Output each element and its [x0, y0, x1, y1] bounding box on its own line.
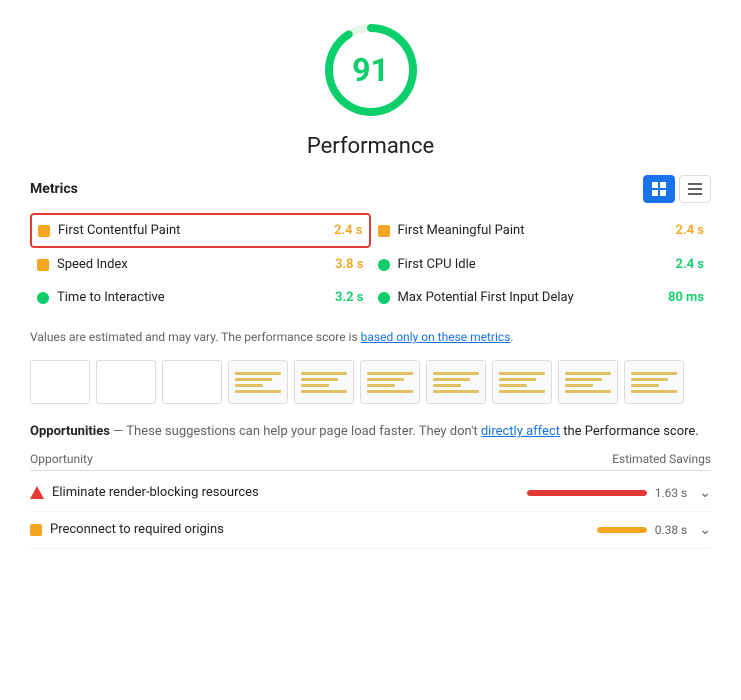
- metric-name-mpfid: Max Potential First Input Delay: [398, 290, 660, 305]
- thumbnail-7: [426, 360, 486, 404]
- thumbnail-10: [624, 360, 684, 404]
- opportunities-section: Opportunities — These suggestions can he…: [30, 422, 711, 549]
- view-toggle: [643, 175, 711, 203]
- thumbnail-3: [162, 360, 222, 404]
- opp-row-render-blocking: Eliminate render-blocking resources 1.63…: [30, 475, 711, 512]
- red-triangle-icon: [30, 486, 44, 499]
- orange-square-icon: [30, 524, 42, 536]
- expand-icon-2[interactable]: ⌄: [699, 522, 711, 538]
- metric-row-tti: Time to Interactive 3.2 s: [30, 281, 371, 314]
- metric-dot-si: [37, 259, 49, 271]
- opp-savings-2: 0.38 s: [655, 523, 688, 537]
- metrics-header: Metrics: [30, 175, 711, 203]
- opp-bar-container-2: 0.38 s ⌄: [597, 522, 711, 538]
- score-value: 91: [352, 51, 389, 89]
- metrics-section: Metrics First Conte: [30, 175, 711, 314]
- thumbnail-5: [294, 360, 354, 404]
- metric-name-fcp: First Contentful Paint: [58, 223, 326, 238]
- thumbnail-4: [228, 360, 288, 404]
- metric-row-mpfid: Max Potential First Input Delay 80 ms: [371, 281, 712, 314]
- metric-value-si: 3.8 s: [335, 257, 363, 272]
- metrics-link[interactable]: based only on these metrics: [361, 330, 511, 344]
- metric-name-fci: First CPU Idle: [398, 257, 668, 272]
- metric-row-fmp: First Meaningful Paint 2.4 s: [371, 213, 712, 248]
- thumbnail-6: [360, 360, 420, 404]
- thumbnail-9: [558, 360, 618, 404]
- col-savings: Estimated Savings: [612, 452, 711, 466]
- metric-name-si: Speed Index: [57, 257, 327, 272]
- metric-dot-mpfid: [378, 292, 390, 304]
- metric-dot-fcp: [38, 225, 50, 237]
- opp-name-render-blocking: Eliminate render-blocking resources: [52, 485, 519, 500]
- opportunities-end: the Performance score.: [560, 424, 699, 439]
- thumbnail-2: [96, 360, 156, 404]
- metric-dot-tti: [37, 292, 49, 304]
- metric-dot-fci: [378, 259, 390, 271]
- metric-value-fcp: 2.4 s: [334, 223, 362, 238]
- opp-bar-container-1: 1.63 s ⌄: [527, 485, 711, 501]
- metrics-title: Metrics: [30, 181, 78, 197]
- directly-affect-link[interactable]: directly affect: [481, 424, 560, 439]
- list-view-button[interactable]: [679, 175, 711, 203]
- metric-value-mpfid: 80 ms: [668, 290, 704, 305]
- opp-bar-orange: [597, 527, 647, 533]
- metric-name-fmp: First Meaningful Paint: [398, 223, 668, 238]
- opp-bar-red: [527, 490, 647, 496]
- performance-label: Performance: [307, 134, 434, 159]
- opportunities-header: Opportunities — These suggestions can he…: [30, 422, 711, 442]
- thumbnail-1: [30, 360, 90, 404]
- opp-name-preconnect: Preconnect to required origins: [50, 522, 589, 537]
- info-text: Values are estimated and may vary. The p…: [30, 328, 711, 346]
- metrics-grid: First Contentful Paint 2.4 s First Meani…: [30, 213, 711, 314]
- opp-row-preconnect: Preconnect to required origins 0.38 s ⌄: [30, 512, 711, 549]
- metric-value-fci: 2.4 s: [676, 257, 704, 272]
- thumbnail-8: [492, 360, 552, 404]
- col-opportunity: Opportunity: [30, 452, 93, 466]
- metric-row-fci: First CPU Idle 2.4 s: [371, 248, 712, 281]
- opportunities-table-header: Opportunity Estimated Savings: [30, 448, 711, 471]
- expand-icon-1[interactable]: ⌄: [699, 485, 711, 501]
- metric-dot-fmp: [378, 225, 390, 237]
- opportunities-bold: Opportunities: [30, 424, 110, 439]
- metric-value-fmp: 2.4 s: [676, 223, 704, 238]
- opp-savings-1: 1.63 s: [655, 486, 688, 500]
- score-circle: 91: [321, 20, 421, 120]
- opportunities-gray: — These suggestions can help your page l…: [110, 424, 481, 439]
- score-section: 91 Performance: [30, 20, 711, 159]
- grid-view-button[interactable]: [643, 175, 675, 203]
- thumbnails-strip: [30, 360, 711, 404]
- metric-name-tti: Time to Interactive: [57, 290, 327, 305]
- metric-row-fcp: First Contentful Paint 2.4 s: [30, 213, 371, 248]
- metric-row-si: Speed Index 3.8 s: [30, 248, 371, 281]
- metric-value-tti: 3.2 s: [335, 290, 363, 305]
